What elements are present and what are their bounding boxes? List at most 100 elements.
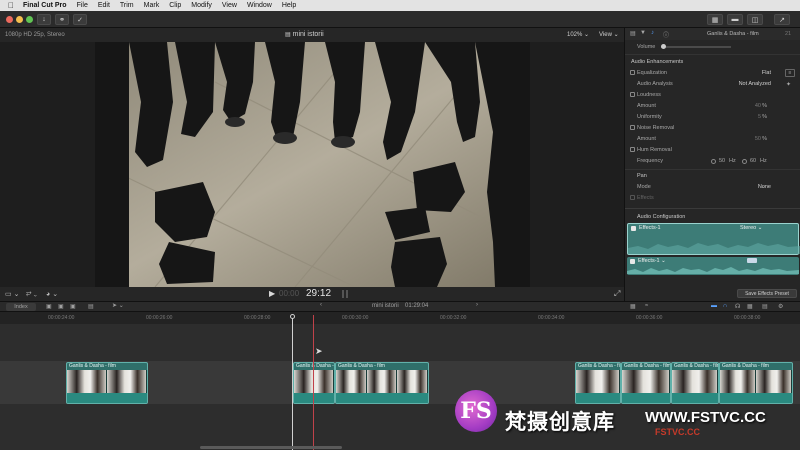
equalization-value[interactable]: Flat [762,70,771,76]
inspector-tab-audio[interactable]: ♪ [651,30,654,36]
timecode-display[interactable]: 29:12 [306,288,331,299]
select-tool-button[interactable]: ➤ ⌄ [112,302,124,309]
timeline-ruler[interactable]: 00:00:24:00 00:00:26:00 00:00:28:00 00:0… [0,312,800,324]
timeline-clip[interactable]: Ganlis & Dasha - film [671,362,719,404]
timeline-duration: 01:29:04 [405,303,429,309]
menu-help[interactable]: Help [282,2,296,9]
frequency-60-radio[interactable] [742,159,747,164]
channel-1-mode[interactable]: Stereo ⌄ [740,225,762,231]
viewer-header: 1080p HD 25p, Stereo ▤ mini istorii 102%… [0,28,624,42]
fullscreen-button[interactable]: ⤢ [614,289,620,299]
timeline-layout-button[interactable]: ▬ [727,14,743,25]
video-frame[interactable] [95,42,530,287]
apple-icon[interactable]:  [8,1,14,10]
channel-1-checkbox[interactable] [631,226,636,231]
browser-layout-button[interactable]: ▦ [707,14,723,25]
menu-trim[interactable]: Trim [120,2,134,9]
audio-config-channel-1[interactable]: Effects-1 Stereo ⌄ [627,223,800,255]
noise-removal-label: Noise Removal [637,125,675,132]
close-window-button[interactable] [6,16,13,23]
snapping-button[interactable]: ∩ [723,303,727,309]
pan-header[interactable]: Pan [625,171,800,182]
magic-wand-icon[interactable]: ✦ [786,81,791,88]
uniformity-value[interactable]: 5 [758,114,761,120]
append-clip-button[interactable]: ▣ [46,303,52,310]
loudness-amount-value[interactable]: 40 [755,103,761,109]
audio-skimming-button[interactable]: ≈ [645,303,648,309]
view-menu[interactable]: View ⌄ [599,31,619,38]
share-button[interactable]: ↗ [774,14,790,25]
timeline-clip[interactable]: Ganlis & Dasha - film [66,362,148,404]
audio-meter-icon[interactable] [340,289,350,299]
timeline-scrollbar[interactable] [200,446,342,449]
solo-button[interactable]: ☊ [735,303,740,310]
menu-mark[interactable]: Mark [144,2,160,9]
timeline-clip[interactable]: Ganlis & Dasha - film [293,362,335,404]
effects-checkbox[interactable] [630,195,635,200]
inspector-tab-video[interactable]: ▤ [630,30,636,37]
timeline-clip[interactable]: Ganlis & Dasha - film [719,362,793,404]
transform-tool-button[interactable]: ⥂ ⌄ [26,290,37,298]
watermark-small-text: FSTVC.CC [655,427,700,437]
back-arrow-icon[interactable]: ‹ [320,302,322,308]
skimmer-line [313,315,314,450]
snap-to-grid-button[interactable]: ▦ [747,303,753,310]
connect-clip-button[interactable]: ▤ [88,303,94,310]
loudness-checkbox[interactable] [630,92,635,97]
menu-view[interactable]: View [222,2,237,9]
menu-app-name[interactable]: Final Cut Pro [23,2,67,9]
zoom-select[interactable]: 102% ⌄ [567,31,589,38]
channel-2-toggle[interactable] [747,258,757,263]
insert-clip-button[interactable]: ▣ [58,303,64,310]
noise-amount-value[interactable]: 50 [755,136,761,142]
hum-removal-checkbox[interactable] [630,147,635,152]
background-tasks-button[interactable]: ✓ [73,14,87,25]
channel-2-label[interactable]: Effects-1 ⌄ [638,258,666,264]
frequency-50-radio[interactable] [711,159,716,164]
audio-config-channel-2[interactable]: Effects-1 ⌄ [627,257,799,275]
audio-enhancements-header[interactable]: Audio Enhancements [625,57,800,68]
zoom-window-button[interactable] [26,16,33,23]
channel-2-checkbox[interactable] [630,259,635,264]
menu-edit[interactable]: Edit [98,2,110,9]
skimming-button[interactable]: ▬ [711,303,717,309]
audio-configuration-header: Audio Configuration [625,212,800,223]
clip-appearance-button[interactable]: ▦ [630,303,636,310]
eq-settings-button[interactable]: ≡ [785,69,795,77]
clip-zoom-button[interactable]: ▤ [762,303,768,310]
play-button[interactable]: ▶ [269,289,275,298]
equalization-checkbox[interactable] [630,70,635,75]
chevron-down-icon: ⌄ [613,32,619,38]
volume-slider-knob[interactable] [661,44,666,49]
menu-clip[interactable]: Clip [169,2,181,9]
timeline-clip[interactable]: Ganlis & Dasha - film [621,362,671,404]
timeline-clip[interactable]: Ganlis & Dasha - film [575,362,621,404]
keywords-button[interactable]: ⚭ [55,14,69,25]
overwrite-clip-button[interactable]: ▣ [70,303,76,310]
screen-icon: ▭ [5,291,12,298]
viewer-options-button[interactable]: ▭ ⌄ [5,290,19,298]
save-effects-preset-button[interactable]: Save Effects Preset [737,289,797,298]
speed-tool-button[interactable]: ◕ ⌄ [46,290,58,298]
key-icon: ⚭ [59,16,65,24]
inspector-tab-color[interactable]: ▼ [640,30,646,36]
import-button[interactable]: ↓ [37,14,51,25]
inspector-layout-button[interactable]: ◫ [747,14,763,25]
forward-arrow-icon[interactable]: › [476,302,478,308]
pan-label: Pan [637,173,647,180]
timeline-index-button[interactable]: Index [6,303,36,311]
menu-modify[interactable]: Modify [191,2,212,9]
menu-file[interactable]: File [77,2,88,9]
minimize-window-button[interactable] [16,16,23,23]
ruler-tick: 00:00:34:00 [538,315,565,321]
menu-window[interactable]: Window [247,2,272,9]
playhead-handle[interactable] [290,314,295,319]
timeline-clip[interactable]: Ganlis & Dasha - film [335,362,429,404]
inspector-tab-info[interactable]: ⓘ [663,30,669,39]
playhead[interactable] [292,315,293,450]
filmstrip-icon: ▦ [630,304,636,310]
equalizer-icon: ≡ [788,70,792,76]
timeline-settings-button[interactable]: ⚙ [778,303,783,310]
volume-slider[interactable] [661,44,731,49]
noise-removal-checkbox[interactable] [630,125,635,130]
